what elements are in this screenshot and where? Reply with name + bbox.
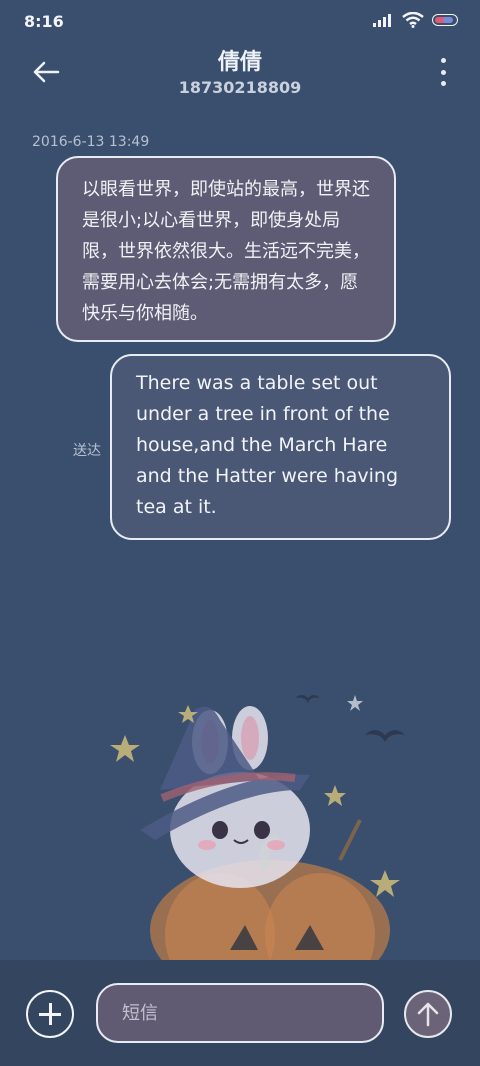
- send-button[interactable]: [404, 990, 452, 1038]
- incoming-message-text: 以眼看世界，即使站的最高，世界还是很小;以心看世界，即使身处局限，世界依然很大。…: [82, 179, 370, 324]
- contact-phone: 18730218809: [178, 78, 302, 97]
- more-options-button[interactable]: [436, 58, 450, 86]
- add-attachment-button[interactable]: [26, 990, 74, 1038]
- outgoing-message-bubble[interactable]: There was a table set out under a tree i…: [110, 354, 451, 540]
- message-input[interactable]: [96, 983, 384, 1043]
- incoming-message-bubble[interactable]: 以眼看世界，即使站的最高，世界还是很小;以心看世界，即使身处局限，世界依然很大。…: [56, 156, 396, 342]
- battery-icon: [432, 14, 458, 26]
- composer-bar: [0, 960, 480, 1066]
- status-bar: 8:16: [0, 0, 480, 44]
- contact-name: 倩倩: [217, 50, 262, 75]
- more-vertical-icon: [440, 58, 446, 63]
- status-icons: [372, 12, 458, 28]
- conversation-header: 倩倩 18730218809: [0, 44, 480, 114]
- status-time: 8:16: [24, 12, 64, 31]
- halloween-bunny-illustration: [110, 695, 405, 960]
- delivery-status: 送达: [73, 443, 101, 459]
- outgoing-message-text: There was a table set out under a tree i…: [136, 372, 399, 518]
- arrow-up-icon: [417, 1002, 439, 1027]
- message-timestamp: 2016-6-13 13:49: [32, 134, 150, 150]
- wifi-icon: [402, 12, 424, 28]
- signal-icon: [373, 14, 391, 27]
